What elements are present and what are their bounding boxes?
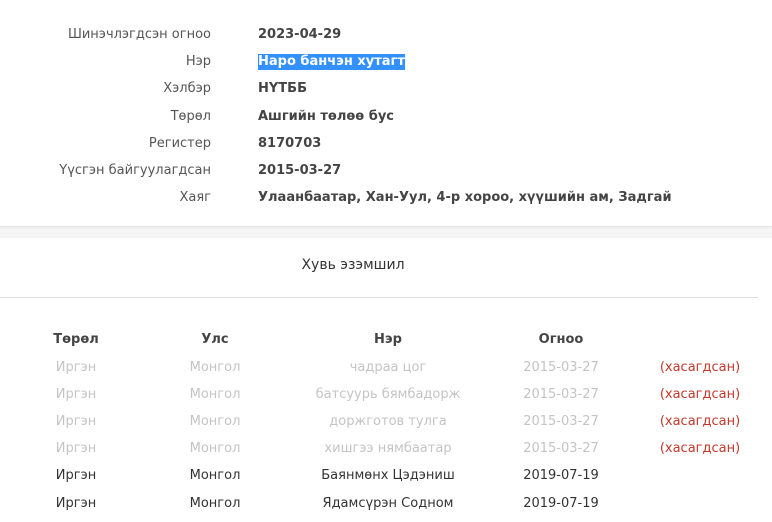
header-name[interactable]: Нэр <box>374 331 402 349</box>
company-name-value[interactable]: Наро банчэн хутагт <box>258 54 405 70</box>
cell-type: Иргэн <box>55 360 97 375</box>
removed-badge: (хасагдсан) <box>659 387 741 402</box>
cell-country: Монгол <box>189 441 241 456</box>
info-row-register: Регистер 8170703 <box>0 134 772 154</box>
removed-badge: (хасагдсан) <box>659 414 741 429</box>
info-row-form: Хэлбэр НҮТББ <box>0 79 772 99</box>
header-date[interactable]: Огноо <box>539 331 584 349</box>
info-label: Хаяг <box>179 190 211 205</box>
info-label: Төрөл <box>170 109 211 124</box>
cell-date: 2019-07-19 <box>523 468 599 483</box>
info-row-name: Нэр Наро банчэн хутагт <box>0 52 772 72</box>
header-country[interactable]: Улс <box>201 331 228 349</box>
info-value: 8170703 <box>258 136 322 151</box>
cell-date: 2015-03-27 <box>523 360 599 375</box>
info-label: Үүсгэн байгуулагдсан <box>59 163 211 178</box>
info-value: НҮТББ <box>258 81 307 96</box>
cell-name: доржготов тулга <box>329 414 447 429</box>
info-row-founded: Үүсгэн байгуулагдсан 2015-03-27 <box>0 161 772 181</box>
company-info-card: Шинэчлэгдсэн огноо 2023-04-29 Нэр Наро б… <box>0 0 772 227</box>
info-value: 2015-03-27 <box>258 163 342 178</box>
cell-type: Иргэн <box>55 496 97 511</box>
ownership-title: Хувь эзэмшил <box>301 257 405 273</box>
cell-name: чадраа цог <box>349 360 427 375</box>
info-value: Ашгийн төлөө бус <box>258 109 395 124</box>
removed-badge: (хасагдсан) <box>659 441 741 456</box>
cell-name: Баянмөнх Цэдэниш <box>321 468 455 483</box>
header-type[interactable]: Төрөл <box>53 331 99 349</box>
cell-date: 2015-03-27 <box>523 414 599 429</box>
cell-type: Иргэн <box>55 468 97 483</box>
cell-type: Иргэн <box>55 387 97 402</box>
info-label: Хэлбэр <box>163 81 211 96</box>
info-label: Регистер <box>148 136 211 151</box>
cell-country: Монгол <box>189 468 241 483</box>
cell-name: хишгээ нямбаатар <box>324 441 452 456</box>
cell-country: Монгол <box>189 387 241 402</box>
cell-country: Монгол <box>189 360 241 375</box>
cell-country: Монгол <box>189 496 241 511</box>
info-row-updated-date: Шинэчлэгдсэн огноо 2023-04-29 <box>0 25 772 45</box>
divider <box>0 297 758 298</box>
info-value: Улаанбаатар, Хан-Уул, 4-р хороо, хүүшийн… <box>258 190 672 205</box>
info-row-type: Төрөл Ашгийн төлөө бус <box>0 107 772 127</box>
removed-badge: (хасагдсан) <box>659 360 741 375</box>
info-value: 2023-04-29 <box>258 27 342 42</box>
info-label: Нэр <box>185 54 211 69</box>
cell-date: 2015-03-27 <box>523 387 599 402</box>
cell-country: Монгол <box>189 414 241 429</box>
cell-type: Иргэн <box>55 441 97 456</box>
info-row-address: Хаяг Улаанбаатар, Хан-Уул, 4-р хороо, хү… <box>0 188 772 208</box>
info-label: Шинэчлэгдсэн огноо <box>67 27 211 42</box>
ownership-card: Хувь эзэмшил Төрөл Улс Нэр Огноо Иргэн М… <box>0 238 772 522</box>
cell-date: 2019-07-19 <box>523 496 599 511</box>
cell-date: 2015-03-27 <box>523 441 599 456</box>
cell-name: батсуурь бямбадорж <box>315 387 461 402</box>
cell-name: Ядамсүрэн Содном <box>322 496 454 511</box>
cell-type: Иргэн <box>55 414 97 429</box>
